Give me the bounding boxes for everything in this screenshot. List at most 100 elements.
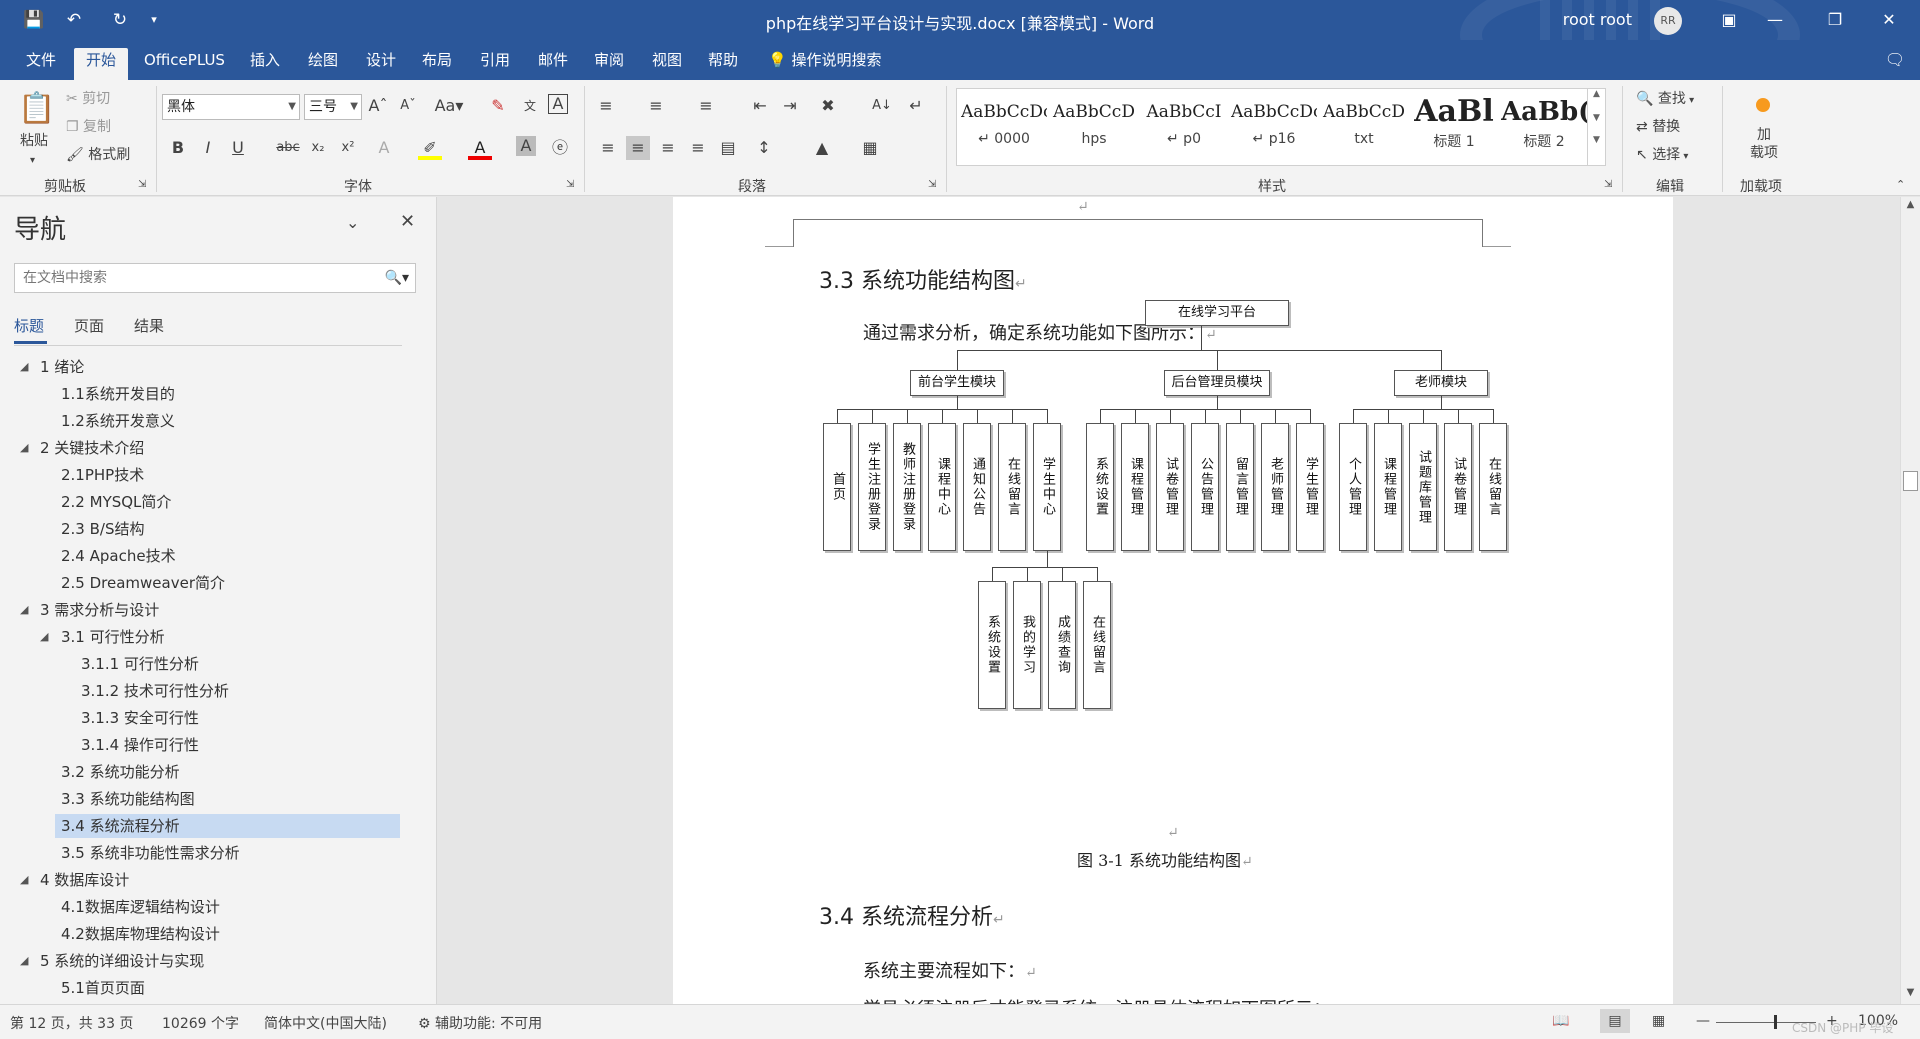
nav-heading-item[interactable]: 4.1数据库逻辑结构设计 — [55, 895, 220, 919]
style-heading-2[interactable]: AaBb(标题 2 — [1501, 93, 1587, 161]
accessibility-status[interactable]: ⚙ 辅助功能: 不可用 — [418, 1013, 542, 1033]
collapse-triangle-icon[interactable]: ◢ — [20, 873, 28, 886]
tab-layout[interactable]: 布局 — [416, 48, 458, 80]
nav-heading-item[interactable]: 2 关键技术介绍 — [34, 436, 144, 460]
phonetic-guide-icon[interactable]: 文 — [518, 94, 542, 118]
nav-heading-item[interactable]: 3.2 系统功能分析 — [55, 760, 180, 784]
nav-heading-item[interactable]: 5.1首页页面 — [55, 976, 145, 1000]
search-icon[interactable]: 🔍▾ — [385, 264, 409, 292]
decrease-indent-icon[interactable]: ⇤ — [748, 94, 772, 118]
avatar[interactable]: RR — [1654, 7, 1682, 35]
page-count[interactable]: 第 12 页，共 33 页 — [10, 1013, 133, 1033]
print-layout-icon[interactable]: ▤ — [1600, 1009, 1630, 1033]
tab-file[interactable]: 文件 — [20, 48, 62, 80]
align-left-icon[interactable]: ≡ — [596, 136, 620, 160]
replace-button[interactable]: ⇄ 替换 — [1636, 116, 1680, 138]
paragraph-launcher-icon[interactable]: ⇲ — [928, 174, 936, 196]
tab-officeplus[interactable]: OfficePLUS — [138, 48, 231, 80]
nav-heading-item[interactable]: 4.2数据库物理结构设计 — [55, 922, 220, 946]
style-p16[interactable]: AaBbCcDc ↵ p16 — [1231, 93, 1317, 161]
nav-heading-item[interactable]: 1 绪论 — [34, 355, 84, 379]
collapse-triangle-icon[interactable]: ◢ — [20, 603, 28, 616]
style-heading-1[interactable]: AaBl 标题 1 — [1411, 93, 1497, 161]
nav-search-input[interactable]: 在文档中搜索 🔍▾ — [14, 263, 416, 293]
superscript-icon[interactable]: x² — [336, 136, 360, 160]
char-shading-icon[interactable]: A — [516, 136, 536, 156]
nav-heading-item[interactable]: 3.1.2 技术可行性分析 — [75, 679, 229, 703]
comments-icon[interactable]: 🗨 — [1872, 40, 1918, 80]
font-name-combo[interactable]: 黑体 ▼ — [162, 94, 300, 120]
document-page[interactable]: ↵ 3.3 系统功能结构图↵ 通过需求分析，确定系统功能如下图所示：↵ 在线学习… — [673, 197, 1673, 1004]
zoom-slider-thumb[interactable] — [1774, 1015, 1777, 1029]
nav-heading-item[interactable]: 2.3 B/S结构 — [55, 517, 145, 541]
nav-heading-item[interactable]: 3.1.3 安全可行性 — [75, 706, 199, 730]
text-effects-icon[interactable]: A — [372, 136, 396, 160]
style-txt[interactable]: AaBbCcD txt — [1321, 93, 1407, 161]
nav-heading-item[interactable]: 2.1PHP技术 — [55, 463, 144, 487]
styles-more-icon[interactable]: ▼ — [1588, 135, 1605, 145]
tab-home[interactable]: 开始 — [74, 48, 129, 80]
language[interactable]: 简体中文(中国大陆) — [264, 1013, 387, 1033]
tab-review[interactable]: 审阅 — [588, 48, 630, 80]
nav-heading-item[interactable]: 3.5 系统非功能性需求分析 — [55, 841, 240, 865]
minimize-icon[interactable]: — — [1752, 0, 1798, 40]
scroll-down-icon[interactable]: ▼ — [1588, 113, 1605, 123]
styles-launcher-icon[interactable]: ⇲ — [1604, 174, 1612, 196]
word-count[interactable]: 10269 个字 — [162, 1013, 239, 1033]
clipboard-launcher-icon[interactable]: ⇲ — [138, 174, 146, 196]
nav-heading-item[interactable]: 2.5 Dreamweaver简介 — [55, 571, 225, 595]
nav-heading-item[interactable]: 1.1系统开发目的 — [55, 382, 175, 406]
paste-icon[interactable]: 📋 — [18, 90, 56, 128]
line-spacing-icon[interactable]: ↕ — [752, 136, 776, 160]
user-name[interactable]: root root — [1563, 10, 1632, 29]
nav-heading-item[interactable]: 2.2 MYSQL简介 — [55, 490, 171, 514]
font-launcher-icon[interactable]: ⇲ — [566, 174, 574, 196]
font-size-combo[interactable]: 三号 ▼ — [304, 94, 362, 120]
select-button[interactable]: ↖ 选择 ▾ — [1636, 144, 1688, 166]
heading-3-4[interactable]: 3.4 系统流程分析↵ — [819, 899, 1005, 931]
nav-heading-item[interactable]: 5 系统的详细设计与实现 — [34, 949, 204, 973]
strikethrough-icon[interactable]: abc — [276, 136, 300, 160]
change-case-icon[interactable]: Aa▾ — [432, 94, 466, 118]
scroll-up-icon[interactable]: ▲ — [1903, 199, 1918, 210]
nav-heading-item[interactable]: 3.1 可行性分析 — [55, 625, 165, 649]
scroll-thumb[interactable] — [1903, 471, 1918, 491]
align-center-icon[interactable]: ≡ — [626, 136, 650, 160]
scroll-down-icon[interactable]: ▼ — [1903, 987, 1918, 998]
style-hps[interactable]: AaBbCcD hps — [1051, 93, 1137, 161]
tab-references[interactable]: 引用 — [474, 48, 516, 80]
subscript-icon[interactable]: x₂ — [306, 136, 330, 160]
nav-heading-item[interactable]: 3 需求分析与设计 — [34, 598, 159, 622]
shading-icon[interactable]: ▲ — [810, 136, 834, 160]
style-p0[interactable]: AaBbCcI ↵ p0 — [1141, 93, 1227, 161]
scroll-up-icon[interactable]: ▲ — [1588, 89, 1605, 99]
nav-heading-item[interactable]: 3.1.4 操作可行性 — [75, 733, 199, 757]
grow-font-icon[interactable]: Aˆ — [366, 94, 390, 118]
nav-heading-item[interactable]: 4 数据库设计 — [34, 868, 129, 892]
show-marks-icon[interactable]: ↵ — [904, 94, 928, 118]
nav-close-icon[interactable]: ✕ — [400, 211, 415, 232]
nav-heading-item[interactable]: 3.4 系统流程分析 — [55, 814, 400, 838]
paste-button[interactable]: 粘贴 — [20, 130, 48, 152]
collapse-ribbon-icon[interactable]: ⌃ — [1896, 174, 1905, 196]
enclose-char-icon[interactable]: ⓔ — [548, 136, 572, 160]
nav-heading-item[interactable]: 3.3 系统功能结构图 — [55, 787, 195, 811]
collapse-triangle-icon[interactable]: ◢ — [20, 360, 28, 373]
addins-button[interactable]: 加 载项 — [1748, 126, 1780, 161]
numbering-icon[interactable]: ≡ — [644, 94, 668, 118]
increase-indent-icon[interactable]: ⇥ — [778, 94, 802, 118]
paste-dropdown-icon[interactable]: ▾ — [30, 150, 35, 172]
nav-heading-item[interactable]: 3.1.1 可行性分析 — [75, 652, 199, 676]
collapse-triangle-icon[interactable]: ◢ — [20, 441, 28, 454]
nav-tab-headings[interactable]: 标题 — [14, 315, 44, 336]
bold-icon[interactable]: B — [166, 136, 190, 160]
font-color-icon[interactable]: A — [468, 136, 492, 160]
web-layout-icon[interactable]: ▦ — [1652, 1013, 1665, 1029]
paragraph-register[interactable]: 学员必须注册后才能登录系统，注册具体流程如下图所示： — [863, 995, 1331, 1004]
shrink-font-icon[interactable]: Aˇ — [396, 94, 420, 118]
tab-insert[interactable]: 插入 — [244, 48, 286, 80]
find-button[interactable]: 🔍 查找 ▾ — [1636, 88, 1694, 110]
style-0000[interactable]: AaBbCcDc ↵ 0000 — [961, 93, 1047, 161]
figure-caption[interactable]: 图 3-1 系统功能结构图↵ — [1077, 847, 1253, 871]
justify-icon[interactable]: ≡ — [686, 136, 710, 160]
